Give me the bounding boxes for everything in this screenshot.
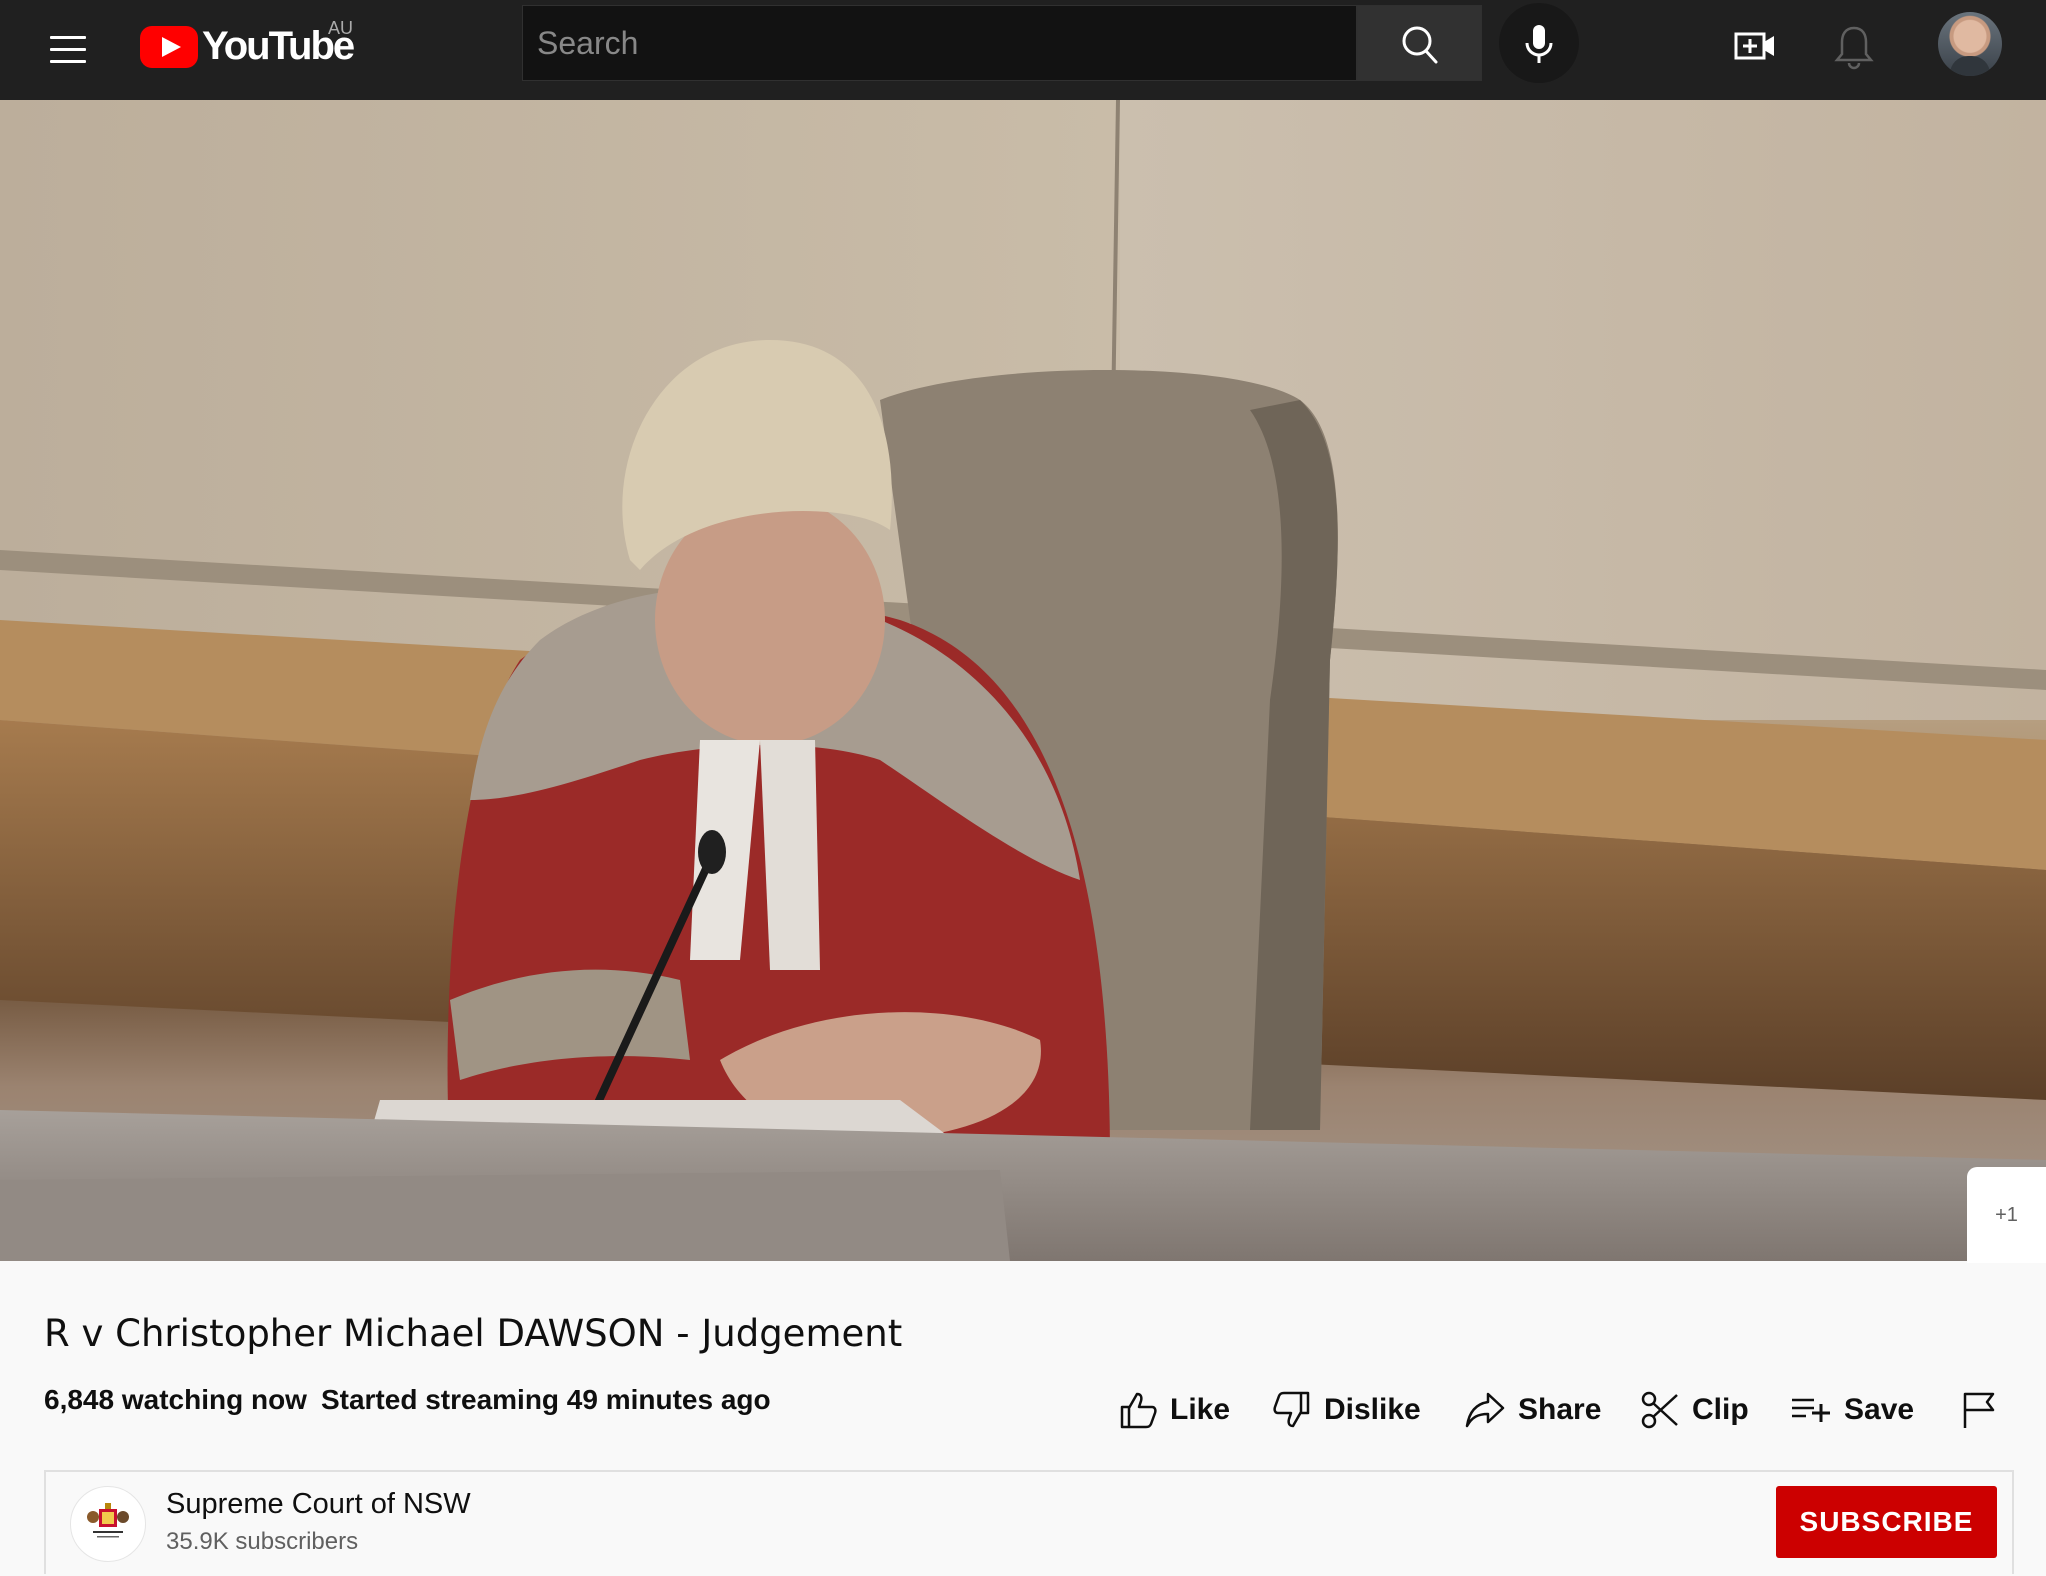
share-label: Share [1518, 1393, 1602, 1426]
save-playlist-icon [1792, 1398, 1830, 1422]
clip-button[interactable]: Clip [1640, 1386, 1749, 1434]
share-button[interactable]: Share [1464, 1386, 1601, 1434]
video-title: R v Christopher Michael DAWSON - Judgeme… [44, 1312, 903, 1355]
channel-name[interactable]: Supreme Court of NSW [166, 1488, 471, 1521]
save-label: Save [1844, 1393, 1915, 1426]
menu-icon[interactable] [44, 26, 92, 74]
channel-avatar[interactable] [70, 1486, 146, 1562]
live-reaction-badge[interactable]: +1 [1967, 1167, 2046, 1263]
like-button[interactable]: Like [1118, 1386, 1230, 1434]
dislike-icon [1273, 1391, 1310, 1428]
youtube-logo-icon [140, 26, 198, 68]
search-icon [1402, 26, 1438, 64]
court-crest-icon [87, 1503, 129, 1538]
video-frame [0, 100, 2046, 1261]
account-avatar[interactable] [1938, 12, 2002, 76]
video-player[interactable] [0, 100, 2046, 1261]
save-button[interactable]: Save [1790, 1386, 1914, 1434]
watching-count: 6,848 watching now [44, 1384, 307, 1415]
clip-icon [1641, 1391, 1678, 1429]
like-icon [1120, 1392, 1157, 1429]
report-button[interactable] [1960, 1386, 2000, 1434]
mic-icon [1525, 25, 1553, 63]
dislike-button[interactable]: Dislike [1272, 1386, 1421, 1434]
clip-label: Clip [1692, 1393, 1749, 1426]
create-button[interactable] [1732, 22, 1780, 70]
search-button[interactable] [1357, 5, 1482, 81]
channel-card: Supreme Court of NSW 35.9K subscribers S… [44, 1470, 2014, 1574]
bell-icon [1834, 26, 1874, 70]
video-meta: 6,848 watching now Started streaming 49 m… [44, 1384, 771, 1416]
dislike-label: Dislike [1324, 1393, 1421, 1426]
create-video-icon [1734, 32, 1774, 60]
youtube-logo[interactable]: YouTube AU [140, 18, 370, 78]
search-input[interactable]: Search [522, 5, 1357, 81]
report-flag-icon [1963, 1392, 1995, 1428]
region-label: AU [328, 18, 354, 38]
notifications-button[interactable] [1830, 20, 1878, 72]
masthead: YouTube AU Search [0, 0, 2046, 100]
like-label: Like [1170, 1393, 1231, 1426]
subscribe-button[interactable]: SUBSCRIBE [1776, 1486, 1997, 1558]
share-icon [1465, 1392, 1505, 1428]
stream-started: Started streaming 49 minutes ago [320, 1384, 771, 1415]
subscriber-count: 35.9K subscribers [166, 1528, 359, 1555]
voice-search-button[interactable] [1499, 3, 1579, 83]
